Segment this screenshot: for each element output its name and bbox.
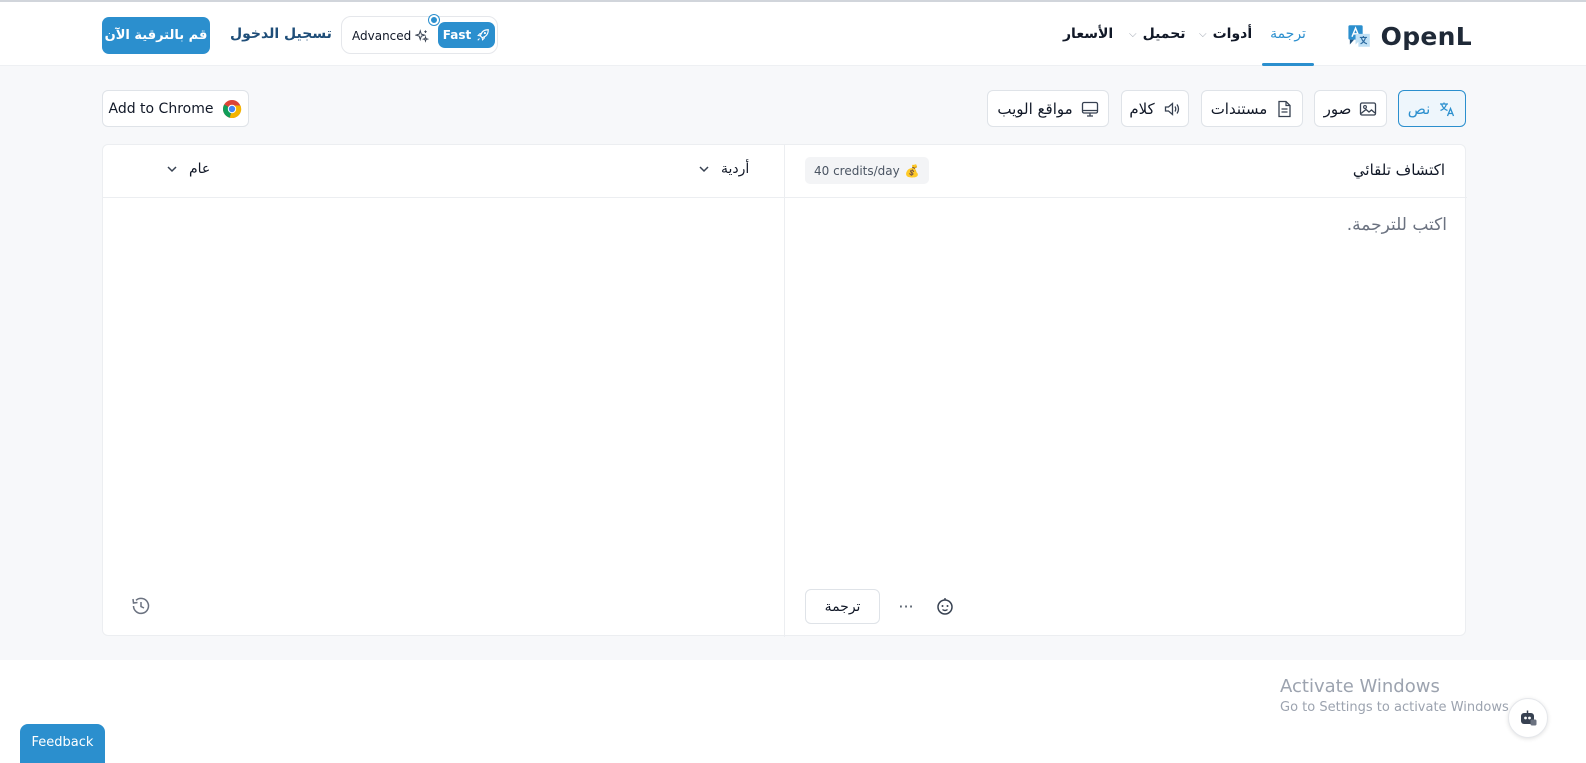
nav-tools[interactable]: ⌵ أدوات (1199, 2, 1253, 66)
tab-images[interactable]: صور (1314, 90, 1387, 127)
activate-subtitle: Go to Settings to activate Windows. (1280, 700, 1513, 715)
sparkles-icon (415, 29, 430, 43)
activate-title: Activate Windows (1280, 676, 1440, 697)
source-text-input[interactable] (801, 215, 1447, 575)
tab-text[interactable]: نص (1398, 90, 1466, 127)
panel-header-divider (103, 197, 1467, 198)
target-language-label: أردية (721, 161, 750, 177)
chrome-icon (223, 99, 242, 118)
openl-logo[interactable]: OpenL (1347, 18, 1472, 54)
tab-documents-label: مستندات (1210, 99, 1268, 118)
translate-logo-icon (1348, 25, 1370, 47)
translator-panel: اكتشاف تلقائي 40 credits/day 💰 أردية عام… (102, 144, 1467, 637)
nav-pricing[interactable]: الأسعار (1063, 2, 1113, 66)
tab-images-label: صور (1323, 99, 1352, 118)
mode-advanced-label: Advanced (352, 29, 412, 43)
robot-icon (1521, 710, 1537, 726)
monitor-icon (1081, 101, 1098, 117)
target-language-selector[interactable]: أردية (697, 161, 749, 177)
tab-websites-label: مواقع الويب (997, 99, 1073, 118)
windows-activation-notice: Activate Windows Go to Settings to activ… (1280, 676, 1513, 715)
login-link[interactable]: تسجيل الدخول (230, 26, 332, 42)
nav-pricing-label: الأسعار (1063, 26, 1114, 42)
money-bag-icon: 💰 (904, 163, 920, 178)
support-chat-button[interactable] (1508, 698, 1548, 738)
credits-label: 40 credits/day (814, 163, 900, 178)
nav-tools-label: أدوات (1212, 26, 1253, 42)
panel-divider (784, 145, 785, 637)
top-header: OpenL ترجمة ⌵ أدوات ⌵ تحميل الأسعار Adva… (0, 2, 1586, 66)
mode-advanced-button[interactable]: Advanced (352, 25, 430, 47)
tab-speech-label: كلام (1129, 99, 1155, 118)
translation-style-selector[interactable]: عام (165, 161, 210, 177)
more-options-button[interactable]: ··· (895, 595, 917, 617)
chevron-down-icon (697, 162, 711, 176)
image-icon (1360, 101, 1377, 116)
upgrade-button[interactable]: قم بالترقية الآن (102, 17, 210, 54)
translate-button[interactable]: ترجمة (805, 589, 880, 624)
tab-text-label: نص (1407, 99, 1431, 118)
nav-translate-label: ترجمة (1270, 26, 1306, 42)
add-to-chrome-button[interactable]: Add to Chrome (102, 90, 249, 127)
tab-speech[interactable]: كلام (1121, 90, 1189, 127)
mode-notification-dot (429, 15, 439, 25)
feedback-button[interactable]: Feedback (20, 724, 105, 763)
mode-fast-label: Fast (442, 28, 472, 42)
ai-assistant-icon[interactable] (934, 595, 956, 617)
chevron-down-icon (165, 162, 179, 176)
chevron-down-icon: ⌵ (1129, 28, 1137, 40)
history-icon[interactable] (130, 595, 152, 617)
nav-download[interactable]: ⌵ تحميل (1129, 2, 1186, 66)
translate-icon (1440, 102, 1455, 116)
mode-fast-button[interactable]: Fast (438, 22, 495, 48)
logo-text: OpenL (1380, 21, 1472, 51)
chevron-down-icon: ⌵ (1199, 28, 1207, 40)
tab-websites[interactable]: مواقع الويب (987, 90, 1109, 127)
rocket-icon (477, 29, 490, 41)
main-area: نص صور مستندات كلام مواقع الويب Add to C… (0, 66, 1586, 660)
speaker-icon (1164, 101, 1179, 116)
translation-style-label: عام (189, 161, 211, 177)
nav-translate[interactable]: ترجمة (1262, 2, 1314, 66)
tab-documents[interactable]: مستندات (1201, 90, 1303, 127)
add-to-chrome-label: Add to Chrome (108, 100, 214, 117)
credits-badge: 40 credits/day 💰 (805, 157, 929, 184)
source-language-selector[interactable]: اكتشاف تلقائي (1353, 161, 1445, 179)
mode-toggle: Advanced Fast (341, 15, 498, 54)
document-icon (1278, 100, 1291, 117)
nav-download-label: تحميل (1142, 26, 1186, 42)
